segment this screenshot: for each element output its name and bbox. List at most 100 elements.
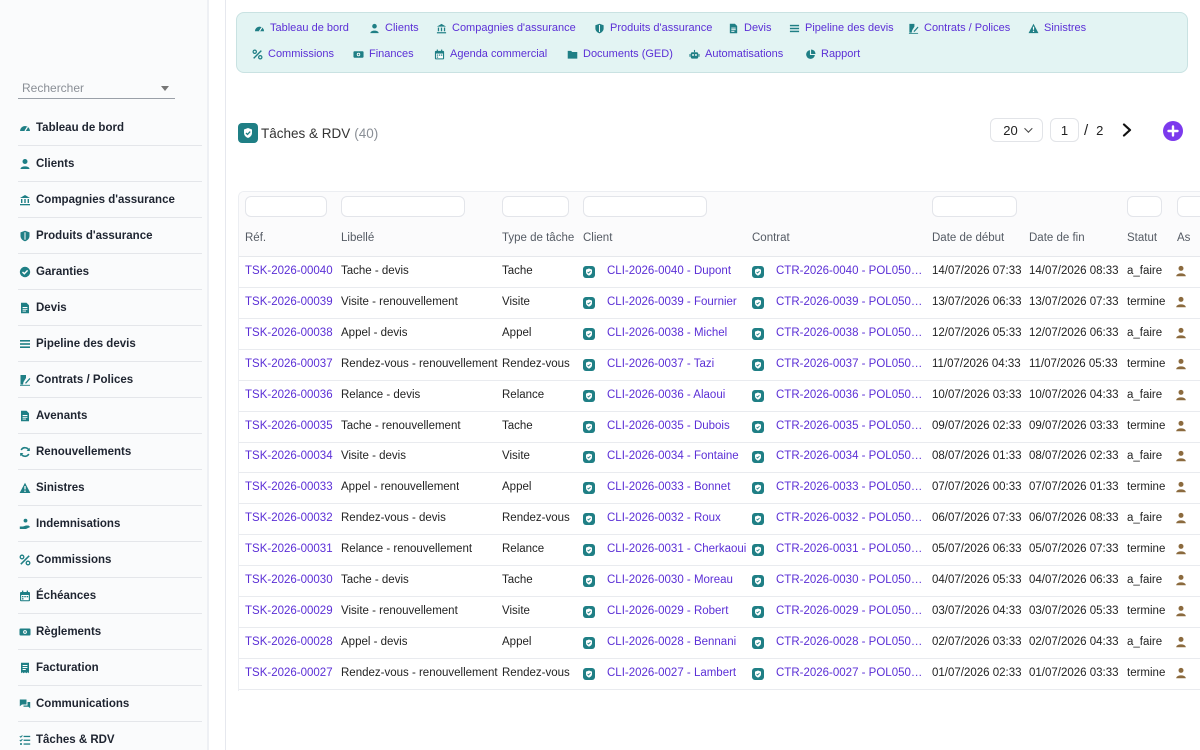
- nav-link-sinistres[interactable]: Sinistres: [1027, 22, 1086, 34]
- table-row[interactable]: TSK-2026-00027 Rendez-vous - renouvelleme…: [239, 659, 1200, 690]
- nav-link-contrats-polices[interactable]: Contrats / Polices: [907, 22, 1010, 34]
- nav-link-compagnies-d-assurance[interactable]: Compagnies d'assurance: [435, 22, 576, 34]
- task-ref-link[interactable]: TSK-2026-00037: [245, 358, 333, 370]
- sidebar-item-echeances[interactable]: Échéances: [18, 578, 202, 614]
- contract-link[interactable]: CTR-2026-0031 - POL050…: [776, 543, 926, 555]
- client-link[interactable]: CLI-2026-0028 - Bennani: [607, 636, 747, 648]
- table-row[interactable]: TSK-2026-00033 Appel - renouvellement Appe…: [239, 473, 1200, 505]
- sidebar-item-taches-rdv[interactable]: Tâches & RDV: [18, 722, 202, 750]
- task-ref-link[interactable]: TSK-2026-00032: [245, 512, 333, 524]
- nav-link-tableau-de-bord[interactable]: Tableau de bord: [253, 22, 349, 34]
- sidebar-item-avenants[interactable]: Avenants: [18, 398, 202, 434]
- nav-link-produits-d-assurance[interactable]: Produits d'assurance: [593, 22, 712, 34]
- sidebar-item-contrats-polices[interactable]: Contrats / Polices: [18, 362, 202, 398]
- table-row[interactable]: TSK-2026-00040 Tache - devis Tache CLI-2026…: [239, 257, 1200, 288]
- nav-link-finances[interactable]: Finances: [352, 48, 414, 60]
- task-ref-link[interactable]: TSK-2026-00028: [245, 636, 333, 648]
- column-header[interactable]: Type de tâche: [502, 232, 574, 244]
- contract-link[interactable]: CTR-2026-0028 - POL050…: [776, 636, 926, 648]
- table-row[interactable]: TSK-2026-00032 Rendez-vous - devis Rendez-…: [239, 504, 1200, 536]
- table-row[interactable]: TSK-2026-00035 Tache - renouvellement Tach…: [239, 412, 1200, 443]
- client-link[interactable]: CLI-2026-0035 - Dubois: [607, 420, 747, 432]
- search-select[interactable]: [18, 78, 175, 99]
- task-ref-link[interactable]: TSK-2026-00033: [245, 481, 333, 493]
- column-filter-input[interactable]: [502, 196, 569, 217]
- contract-link[interactable]: CTR-2026-0039 - POL050…: [776, 296, 926, 308]
- table-row[interactable]: TSK-2026-00030 Tache - devis Tache CLI-2026…: [239, 566, 1200, 597]
- page-size-select[interactable]: 20: [990, 118, 1043, 142]
- sidebar-scrollbar[interactable]: [207, 0, 209, 750]
- task-ref-link[interactable]: TSK-2026-00035: [245, 420, 333, 432]
- table-row[interactable]: TSK-2026-00036 Relance - devis Relance CLI-…: [239, 381, 1200, 412]
- column-filter-input[interactable]: [932, 196, 1017, 217]
- contract-link[interactable]: CTR-2026-0036 - POL050…: [776, 389, 926, 401]
- contract-link[interactable]: CTR-2026-0034 - POL050…: [776, 450, 926, 462]
- table-row[interactable]: TSK-2026-00039 Visite - renouvellement Vis…: [239, 288, 1200, 319]
- contract-link[interactable]: CTR-2026-0030 - POL050…: [776, 574, 926, 586]
- sidebar-item-renouvellements[interactable]: Renouvellements: [18, 434, 202, 470]
- column-header[interactable]: Libellé: [341, 232, 374, 244]
- client-link[interactable]: CLI-2026-0029 - Robert: [607, 605, 747, 617]
- task-ref-link[interactable]: TSK-2026-00036: [245, 389, 333, 401]
- client-link[interactable]: CLI-2026-0030 - Moreau: [607, 574, 747, 586]
- client-link[interactable]: CLI-2026-0032 - Roux: [607, 512, 747, 524]
- contract-link[interactable]: CTR-2026-0038 - POL050…: [776, 327, 926, 339]
- sidebar-item-produits-d-assurance[interactable]: Produits d'assurance: [18, 218, 202, 254]
- nav-link-documents-ged[interactable]: Documents (GED): [566, 48, 673, 60]
- contract-link[interactable]: CTR-2026-0027 - POL050…: [776, 667, 926, 679]
- task-ref-link[interactable]: TSK-2026-00034: [245, 450, 333, 462]
- table-row[interactable]: TSK-2026-00028 Appel - devis Appel CLI-2026…: [239, 628, 1200, 659]
- search-input[interactable]: [18, 78, 158, 98]
- client-link[interactable]: CLI-2026-0036 - Alaoui: [607, 389, 747, 401]
- table-row[interactable]: TSK-2026-00034 Visite - devis Visite CLI-20…: [239, 442, 1200, 474]
- next-page-icon[interactable]: [1120, 123, 1134, 137]
- task-ref-link[interactable]: TSK-2026-00031: [245, 543, 333, 555]
- client-link[interactable]: CLI-2026-0027 - Lambert: [607, 667, 747, 679]
- column-header[interactable]: Statut: [1127, 232, 1157, 244]
- add-button[interactable]: [1163, 121, 1183, 141]
- contract-link[interactable]: CTR-2026-0035 - POL050…: [776, 420, 926, 432]
- contract-link[interactable]: CTR-2026-0032 - POL050…: [776, 512, 926, 524]
- nav-link-agenda-commercial[interactable]: Agenda commercial: [433, 48, 547, 60]
- sidebar-item-communications[interactable]: Communications: [18, 686, 202, 722]
- client-link[interactable]: CLI-2026-0039 - Fournier: [607, 296, 747, 308]
- sidebar-item-compagnies-d-assurance[interactable]: Compagnies d'assurance: [18, 182, 202, 218]
- nav-link-devis[interactable]: Devis: [727, 22, 772, 34]
- task-ref-link[interactable]: TSK-2026-00030: [245, 574, 333, 586]
- sidebar-item-indemnisations[interactable]: Indemnisations: [18, 506, 202, 542]
- client-link[interactable]: CLI-2026-0037 - Tazi: [607, 358, 747, 370]
- client-link[interactable]: CLI-2026-0034 - Fontaine: [607, 450, 747, 462]
- column-filter-input[interactable]: [583, 196, 707, 217]
- nav-link-clients[interactable]: Clients: [368, 22, 419, 34]
- table-row[interactable]: TSK-2026-00029 Visite - renouvellement Vis…: [239, 597, 1200, 628]
- contract-link[interactable]: CTR-2026-0033 - POL050…: [776, 481, 926, 493]
- column-header[interactable]: Date de fin: [1029, 232, 1085, 244]
- contract-link[interactable]: CTR-2026-0037 - POL050…: [776, 358, 926, 370]
- sidebar-item-reglements[interactable]: Règlements: [18, 614, 202, 650]
- caret-down-icon[interactable]: [161, 86, 169, 91]
- sidebar-item-pipeline-des-devis[interactable]: Pipeline des devis: [18, 326, 202, 362]
- task-ref-link[interactable]: TSK-2026-00027: [245, 667, 333, 679]
- column-header[interactable]: Réf.: [245, 232, 266, 244]
- column-filter-input[interactable]: [341, 196, 465, 217]
- client-link[interactable]: CLI-2026-0038 - Michel: [607, 327, 747, 339]
- client-link[interactable]: CLI-2026-0031 - Cherkaoui: [607, 543, 747, 555]
- column-header[interactable]: Contrat: [752, 232, 790, 244]
- task-ref-link[interactable]: TSK-2026-00039: [245, 296, 333, 308]
- sidebar-item-sinistres[interactable]: Sinistres: [18, 470, 202, 506]
- contract-link[interactable]: CTR-2026-0040 - POL050…: [776, 265, 926, 277]
- column-header[interactable]: Date de début: [932, 232, 1004, 244]
- table-row[interactable]: TSK-2026-00037 Rendez-vous - renouvelleme…: [239, 350, 1200, 381]
- task-ref-link[interactable]: TSK-2026-00040: [245, 265, 333, 277]
- table-row[interactable]: TSK-2026-00031 Relance - renouvellement Re…: [239, 535, 1200, 567]
- sidebar-item-tableau-de-bord[interactable]: Tableau de bord: [18, 110, 202, 146]
- column-header[interactable]: As: [1177, 232, 1190, 244]
- nav-link-rapport[interactable]: Rapport: [804, 48, 860, 60]
- column-filter-input[interactable]: [1177, 196, 1200, 217]
- nav-link-pipeline-des-devis[interactable]: Pipeline des devis: [788, 22, 894, 34]
- client-link[interactable]: CLI-2026-0033 - Bonnet: [607, 481, 747, 493]
- sidebar-item-commissions[interactable]: Commissions: [18, 542, 202, 578]
- sidebar-item-facturation[interactable]: Facturation: [18, 650, 202, 686]
- sidebar-item-devis[interactable]: Devis: [18, 290, 202, 326]
- sidebar-item-clients[interactable]: Clients: [18, 146, 202, 182]
